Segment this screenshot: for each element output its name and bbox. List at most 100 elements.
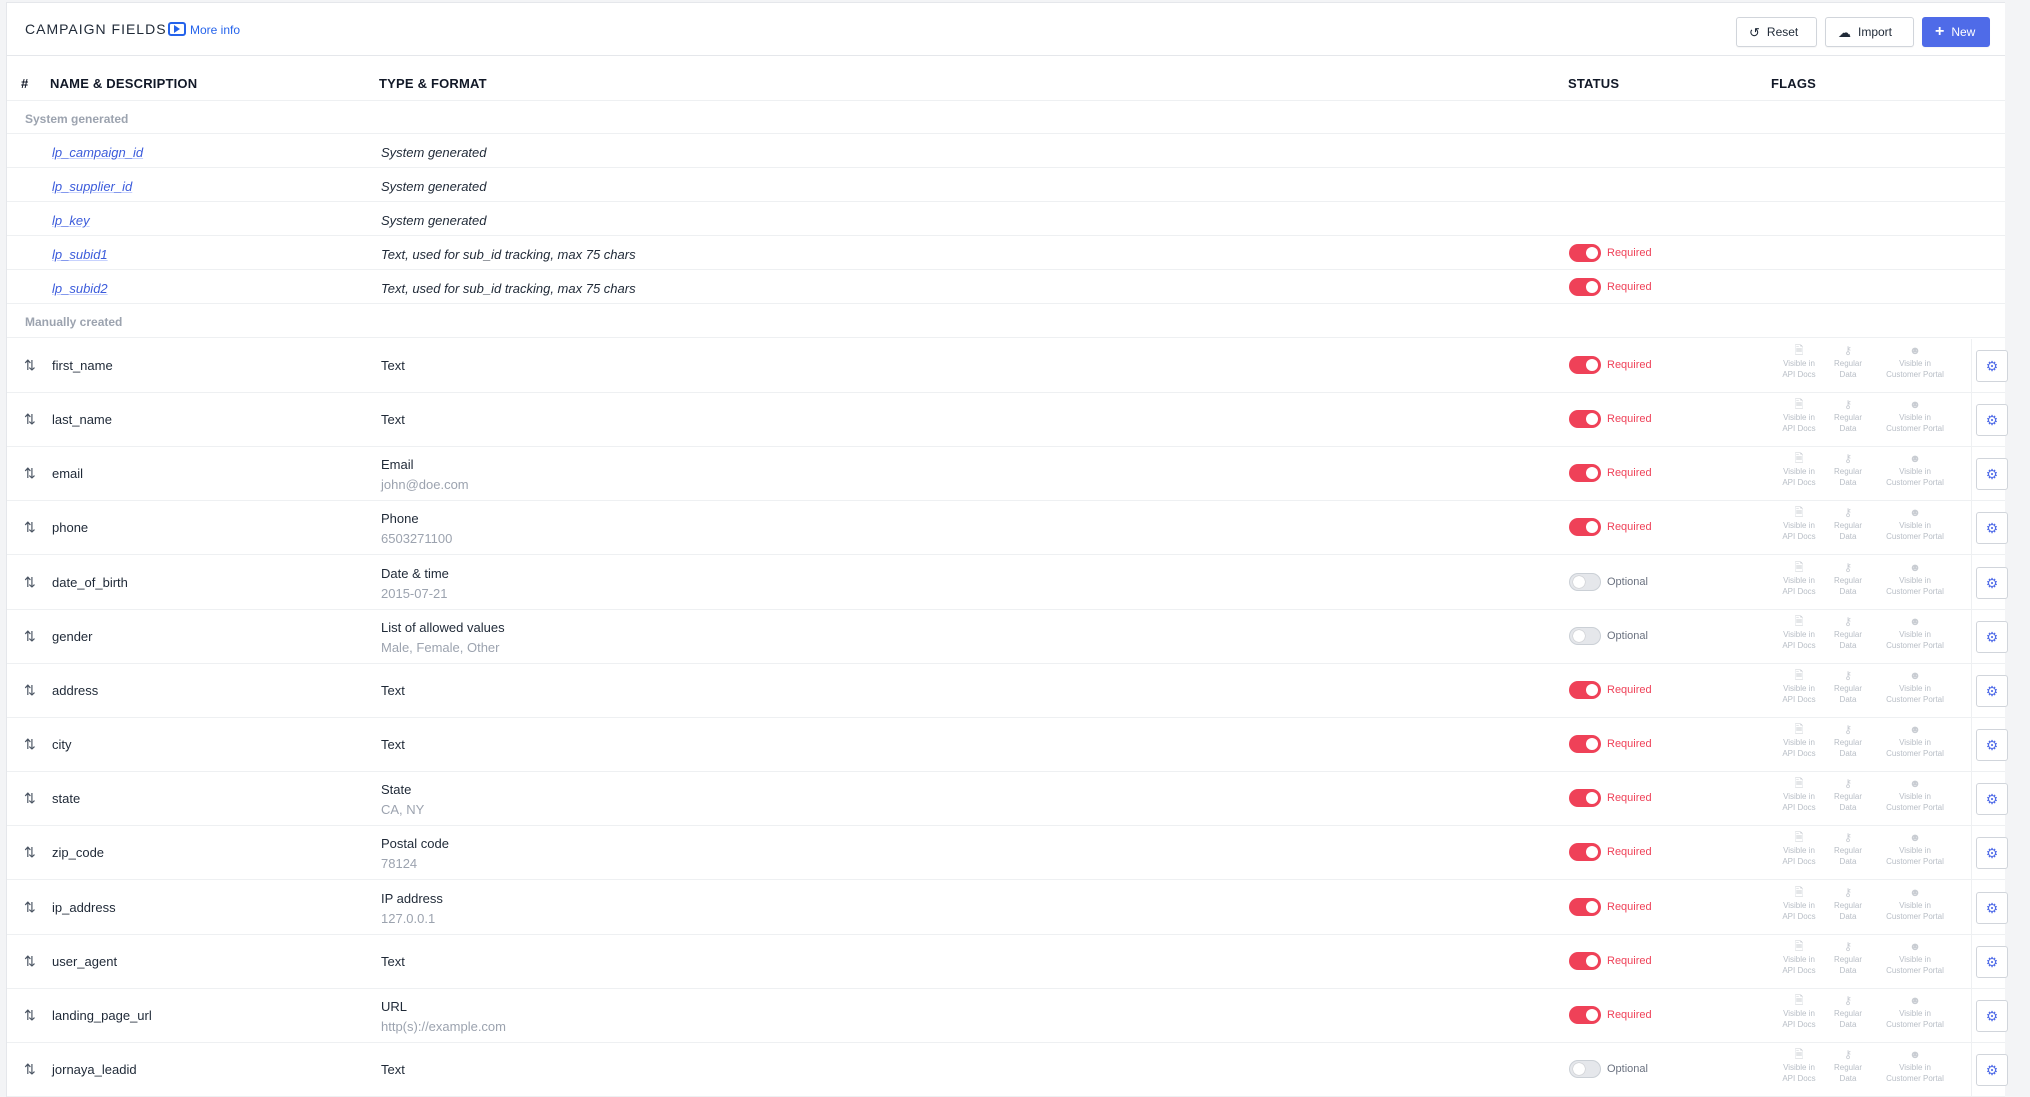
- field-name: landing_page_url: [52, 1008, 152, 1023]
- flag-label: Visible in: [1783, 955, 1815, 964]
- status-toggle[interactable]: [1569, 627, 1601, 645]
- status-toggle[interactable]: [1569, 573, 1601, 591]
- manual-field-row: ⇅ last_name Text Required 🗎 Visible in API Doc…: [7, 393, 2008, 447]
- field-type: Date & time: [381, 566, 449, 581]
- flag-visible-customer-portal[interactable]: ☻ Visible in Customer Portal: [1880, 724, 1950, 759]
- sort-arrows-icon[interactable]: ⇅: [24, 1061, 36, 1078]
- flag-visible-customer-portal[interactable]: ☻ Visible in Customer Portal: [1880, 1049, 1950, 1084]
- flag-regular-data[interactable]: ⚷ Regular Data: [1816, 832, 1880, 867]
- field-type: Postal code: [381, 836, 449, 851]
- field-settings-button[interactable]: ⚙: [1976, 567, 2008, 599]
- sort-arrows-icon[interactable]: ⇅: [24, 899, 36, 916]
- video-info-icon[interactable]: [168, 22, 186, 36]
- flag-label: Customer Portal: [1886, 532, 1944, 541]
- flag-label: Regular: [1833, 846, 1862, 855]
- flag-visible-customer-portal[interactable]: ☻ Visible in Customer Portal: [1880, 941, 1950, 976]
- field-name-link[interactable]: lp_subid2: [52, 281, 108, 296]
- status-toggle[interactable]: [1569, 681, 1601, 699]
- sort-arrows-icon[interactable]: ⇅: [24, 1007, 36, 1024]
- import-button[interactable]: ☁ Import: [1825, 17, 1914, 47]
- status-toggle[interactable]: [1569, 952, 1601, 970]
- gear-icon: ⚙: [1985, 412, 1999, 428]
- field-settings-button[interactable]: ⚙: [1976, 512, 2008, 544]
- status-toggle[interactable]: [1569, 898, 1601, 916]
- field-settings-button[interactable]: ⚙: [1976, 1054, 2008, 1086]
- more-info-link[interactable]: More info: [190, 23, 240, 37]
- field-settings-button[interactable]: ⚙: [1976, 404, 2008, 436]
- sort-arrows-icon[interactable]: ⇅: [24, 844, 36, 861]
- flag-label: API Docs: [1782, 857, 1816, 866]
- flag-regular-data[interactable]: ⚷ Regular Data: [1816, 399, 1880, 434]
- status-toggle[interactable]: [1569, 518, 1601, 536]
- flag-visible-customer-portal[interactable]: ☻ Visible in Customer Portal: [1880, 887, 1950, 922]
- flag-visible-customer-portal[interactable]: ☻ Visible in Customer Portal: [1880, 616, 1950, 651]
- field-name-link[interactable]: lp_campaign_id: [52, 145, 143, 160]
- toggle-knob: [1573, 576, 1585, 588]
- flag-regular-data[interactable]: ⚷ Regular Data: [1816, 562, 1880, 597]
- sort-arrows-icon[interactable]: ⇅: [24, 465, 36, 482]
- field-settings-button[interactable]: ⚙: [1976, 1000, 2008, 1032]
- sort-arrows-icon[interactable]: ⇅: [24, 519, 36, 536]
- flag-label: Customer Portal: [1886, 912, 1944, 921]
- system-field-row: lp_subid2 Text, used for sub_id tracking,…: [7, 270, 2005, 304]
- sort-arrows-icon[interactable]: ⇅: [24, 736, 36, 753]
- flag-regular-data[interactable]: ⚷ Regular Data: [1816, 941, 1880, 976]
- sort-arrows-icon[interactable]: ⇅: [24, 628, 36, 645]
- key-icon: ⚷: [1843, 778, 1853, 790]
- flag-regular-data[interactable]: ⚷ Regular Data: [1816, 670, 1880, 705]
- flag-regular-data[interactable]: ⚷ Regular Data: [1816, 995, 1880, 1030]
- flag-visible-customer-portal[interactable]: ☻ Visible in Customer Portal: [1880, 995, 1950, 1030]
- flag-visible-customer-portal[interactable]: ☻ Visible in Customer Portal: [1880, 832, 1950, 867]
- sort-arrows-icon[interactable]: ⇅: [24, 682, 36, 699]
- flag-regular-data[interactable]: ⚷ Regular Data: [1816, 453, 1880, 488]
- field-settings-button[interactable]: ⚙: [1976, 675, 2008, 707]
- sort-arrows-icon[interactable]: ⇅: [24, 411, 36, 428]
- status-toggle[interactable]: [1569, 278, 1601, 296]
- sort-arrows-icon[interactable]: ⇅: [24, 953, 36, 970]
- flag-label: Visible in: [1899, 1009, 1931, 1018]
- toggle-knob: [1586, 684, 1598, 696]
- status-toggle[interactable]: [1569, 464, 1601, 482]
- field-name-link[interactable]: lp_subid1: [52, 247, 108, 262]
- key-icon: ⚷: [1843, 670, 1853, 682]
- field-settings-button[interactable]: ⚙: [1976, 350, 2008, 382]
- key-icon: ⚷: [1843, 345, 1853, 357]
- field-settings-button[interactable]: ⚙: [1976, 946, 2008, 978]
- status-toggle[interactable]: [1569, 789, 1601, 807]
- flag-regular-data[interactable]: ⚷ Regular Data: [1816, 724, 1880, 759]
- status-toggle[interactable]: [1569, 244, 1601, 262]
- field-settings-button[interactable]: ⚙: [1976, 729, 2008, 761]
- sort-arrows-icon[interactable]: ⇅: [24, 357, 36, 374]
- new-field-button[interactable]: + New: [1922, 17, 1990, 47]
- field-name-link[interactable]: lp_key: [52, 213, 90, 228]
- flag-visible-customer-portal[interactable]: ☻ Visible in Customer Portal: [1880, 778, 1950, 813]
- field-settings-button[interactable]: ⚙: [1976, 621, 2008, 653]
- field-settings-button[interactable]: ⚙: [1976, 892, 2008, 924]
- field-settings-button[interactable]: ⚙: [1976, 783, 2008, 815]
- status-toggle[interactable]: [1569, 356, 1601, 374]
- status-toggle[interactable]: [1569, 1006, 1601, 1024]
- field-name-link[interactable]: lp_supplier_id: [52, 179, 132, 194]
- flag-regular-data[interactable]: ⚷ Regular Data: [1816, 1049, 1880, 1084]
- flag-visible-customer-portal[interactable]: ☻ Visible in Customer Portal: [1880, 670, 1950, 705]
- flag-regular-data[interactable]: ⚷ Regular Data: [1816, 507, 1880, 542]
- flag-visible-customer-portal[interactable]: ☻ Visible in Customer Portal: [1880, 399, 1950, 434]
- field-settings-button[interactable]: ⚙: [1976, 458, 2008, 490]
- flag-visible-customer-portal[interactable]: ☻ Visible in Customer Portal: [1880, 345, 1950, 380]
- status-toggle[interactable]: [1569, 735, 1601, 753]
- flag-visible-customer-portal[interactable]: ☻ Visible in Customer Portal: [1880, 453, 1950, 488]
- flag-regular-data[interactable]: ⚷ Regular Data: [1816, 887, 1880, 922]
- status-toggle[interactable]: [1569, 1060, 1601, 1078]
- flag-visible-customer-portal[interactable]: ☻ Visible in Customer Portal: [1880, 562, 1950, 597]
- field-settings-button[interactable]: ⚙: [1976, 837, 2008, 869]
- flag-regular-data[interactable]: ⚷ Regular Data: [1816, 778, 1880, 813]
- flag-regular-data[interactable]: ⚷ Regular Data: [1816, 616, 1880, 651]
- reset-button[interactable]: ↺ Reset: [1736, 17, 1817, 47]
- flag-label: Data: [1839, 370, 1857, 379]
- sort-arrows-icon[interactable]: ⇅: [24, 574, 36, 591]
- sort-arrows-icon[interactable]: ⇅: [24, 790, 36, 807]
- flag-regular-data[interactable]: ⚷ Regular Data: [1816, 345, 1880, 380]
- status-toggle[interactable]: [1569, 843, 1601, 861]
- flag-visible-customer-portal[interactable]: ☻ Visible in Customer Portal: [1880, 507, 1950, 542]
- status-toggle[interactable]: [1569, 410, 1601, 428]
